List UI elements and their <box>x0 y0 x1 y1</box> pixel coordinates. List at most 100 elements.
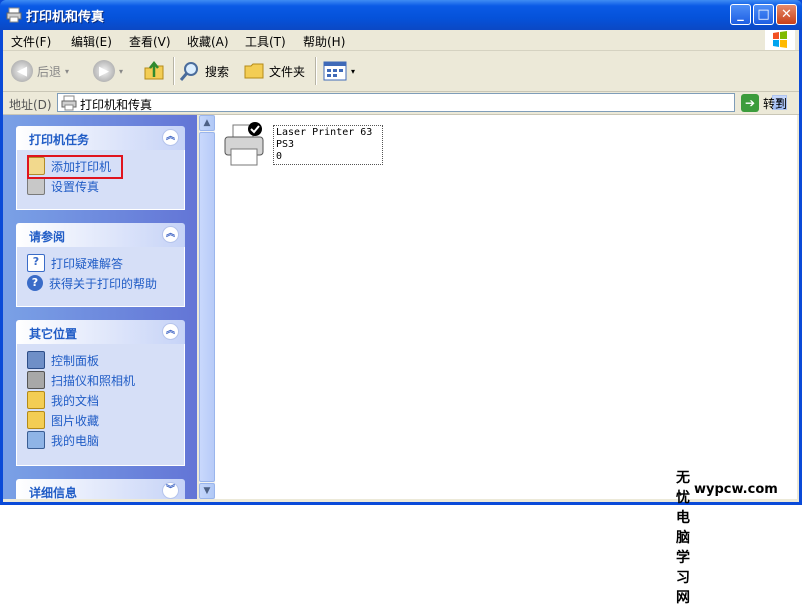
print-troubleshoot-link[interactable]: ? 打印疑难解答 <box>27 253 184 273</box>
up-folder-button[interactable] <box>143 59 165 83</box>
my-computer-label: 我的电脑 <box>51 433 100 448</box>
forward-arrow-icon: ▶ <box>93 60 115 82</box>
forward-dropdown-icon: ▾ <box>119 66 124 76</box>
menu-edit[interactable]: 编辑(E) <box>71 33 112 50</box>
scroll-up-button[interactable]: ▲ <box>199 115 215 131</box>
back-button[interactable]: ◀ 后退 ▾ <box>11 59 69 83</box>
other-places-body: 控制面板 扫描仪和照相机 我的文档 图片收藏 我的电脑 <box>16 344 185 466</box>
title-bar[interactable]: 打印机和传真 _ □ ✕ <box>0 0 802 30</box>
address-input[interactable]: 打印机和传真 ▼ <box>57 93 787 112</box>
setup-fax-label: 设置传真 <box>51 179 100 194</box>
watermark-line2: wypcw.com <box>694 482 778 497</box>
pictures-folder-icon <box>27 411 45 429</box>
collapse-icon[interactable]: ︽ <box>162 226 179 243</box>
window-body: 文件(F) 编辑(E) 查看(V) 收藏(A) 工具(T) 帮助(H) ◀ 后退… <box>3 30 799 502</box>
toolbar: ◀ 后退 ▾ ▶ ▾ 搜索 文件夹 ▾ <box>3 51 799 92</box>
close-button[interactable]: ✕ <box>776 4 797 25</box>
scanners-cameras-link[interactable]: 扫描仪和照相机 <box>27 370 184 390</box>
folders-button[interactable]: 文件夹 <box>243 59 305 83</box>
menu-bar: 文件(F) 编辑(E) 查看(V) 收藏(A) 工具(T) 帮助(H) <box>3 30 799 51</box>
other-places-title: 其它位置 <box>29 327 78 341</box>
printer-tasks-panel: 打印机任务 ︽ 添加打印机 设置传真 <box>16 126 185 210</box>
go-arrow-icon: ➔ <box>741 94 759 112</box>
menu-tools[interactable]: 工具(T) <box>245 33 286 50</box>
maximize-button[interactable]: □ <box>753 4 774 25</box>
menu-help[interactable]: 帮助(H) <box>303 33 345 50</box>
up-folder-icon <box>144 60 164 80</box>
back-dropdown-icon: ▾ <box>65 66 70 76</box>
search-icon <box>179 62 198 81</box>
go-button[interactable]: ➔ 转到 <box>741 94 787 112</box>
collapse-icon[interactable]: ︽ <box>162 129 179 146</box>
expand-icon[interactable]: ︾ <box>162 482 179 499</box>
print-help-link[interactable]: ? 获得关于打印的帮助 <box>27 273 184 293</box>
printer-tasks-body: 添加打印机 设置传真 <box>16 150 185 210</box>
help-icon: ? <box>27 254 45 272</box>
printer-name-line3: 0 <box>276 151 283 162</box>
windows-logo-icon <box>765 30 795 50</box>
menu-view[interactable]: 查看(V) <box>129 33 171 50</box>
window-title: 打印机和传真 <box>26 10 105 25</box>
my-pictures-label: 图片收藏 <box>51 413 100 428</box>
watermark-line1: 无忧电脑学习网 <box>676 470 691 606</box>
details-title: 详细信息 <box>29 486 78 499</box>
collapse-icon[interactable]: ︽ <box>162 323 179 340</box>
print-help-label: 获得关于打印的帮助 <box>49 276 158 291</box>
see-also-panel: 请参阅 ︽ ? 打印疑难解答 ? 获得关于打印的帮助 <box>16 223 185 307</box>
scroll-thumb[interactable] <box>199 132 215 482</box>
task-pane-scrollbar[interactable]: ▲ ▼ <box>199 115 215 499</box>
window: 打印机和传真 _ □ ✕ 文件(F) 编辑(E) 查看(V) 收藏(A) 工具(… <box>0 0 802 606</box>
back-arrow-icon: ◀ <box>11 60 33 82</box>
views-icon <box>323 61 347 81</box>
printer-name-line1: Laser Printer 63 <box>276 127 373 138</box>
printer-icon <box>61 95 77 111</box>
see-also-title: 请参阅 <box>29 230 66 244</box>
folders-label: 文件夹 <box>269 64 306 79</box>
fax-icon <box>27 177 45 195</box>
printer-icon <box>6 7 22 23</box>
search-button[interactable]: 搜索 <box>179 59 229 83</box>
highlight-box <box>27 155 123 179</box>
minimize-button[interactable]: _ <box>730 4 751 25</box>
scanner-icon <box>27 371 45 389</box>
go-label: 转到 <box>763 96 788 111</box>
folders-icon <box>244 63 264 79</box>
setup-fax-link[interactable]: 设置传真 <box>27 176 184 196</box>
other-places-header[interactable]: 其它位置 ︽ <box>16 320 185 344</box>
see-also-body: ? 打印疑难解答 ? 获得关于打印的帮助 <box>16 247 185 307</box>
control-panel-label: 控制面板 <box>51 353 100 368</box>
help-circle-icon: ? <box>27 275 43 291</box>
my-computer-link[interactable]: 我的电脑 <box>27 430 184 450</box>
control-panel-link[interactable]: 控制面板 <box>27 350 184 370</box>
see-also-header[interactable]: 请参阅 ︽ <box>16 223 185 247</box>
scroll-down-button[interactable]: ▼ <box>199 483 215 499</box>
printer-item[interactable]: Laser Printer 63 PS3 0 <box>221 121 383 173</box>
printer-tasks-title: 打印机任务 <box>29 133 90 147</box>
print-troubleshoot-label: 打印疑难解答 <box>51 256 124 271</box>
my-pictures-link[interactable]: 图片收藏 <box>27 410 184 430</box>
address-value: 打印机和传真 <box>80 98 153 112</box>
computer-icon <box>27 431 45 449</box>
views-dropdown-icon: ▾ <box>351 66 356 76</box>
details-header[interactable]: 详细信息 ︾ <box>16 479 185 499</box>
views-button[interactable]: ▾ <box>323 59 355 83</box>
search-label: 搜索 <box>205 64 230 79</box>
printer-tasks-header[interactable]: 打印机任务 ︽ <box>16 126 185 150</box>
content-area: Laser Printer 63 PS3 0 <box>215 115 797 499</box>
other-places-panel: 其它位置 ︽ 控制面板 扫描仪和照相机 我的文档 图片收藏 我的电脑 <box>16 320 185 466</box>
documents-folder-icon <box>27 391 45 409</box>
scanners-cameras-label: 扫描仪和照相机 <box>51 373 136 388</box>
back-label: 后退 <box>37 64 62 79</box>
forward-button[interactable]: ▶ ▾ <box>93 59 123 83</box>
toolbar-separator <box>173 57 175 85</box>
address-label: 地址(D) <box>9 98 52 112</box>
menu-file[interactable]: 文件(F) <box>11 33 51 50</box>
address-bar: 地址(D) 打印机和传真 ▼ ➔ 转到 <box>3 92 799 115</box>
printer-name[interactable]: Laser Printer 63 PS3 0 <box>273 125 383 165</box>
toolbar-separator <box>315 57 317 85</box>
my-documents-link[interactable]: 我的文档 <box>27 390 184 410</box>
details-panel: 详细信息 ︾ <box>16 479 185 499</box>
printer-icon <box>224 122 264 166</box>
menu-favorites[interactable]: 收藏(A) <box>187 33 229 50</box>
my-documents-label: 我的文档 <box>51 393 100 408</box>
